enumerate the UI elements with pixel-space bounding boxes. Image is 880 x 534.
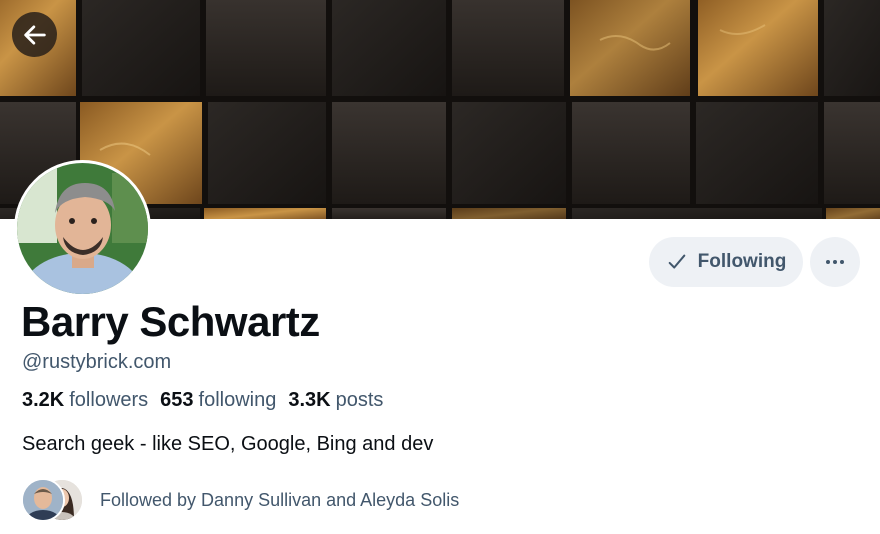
followed-by-row[interactable]: Followed by Danny Sullivan and Aleyda So… <box>21 478 459 522</box>
followers-count: 3.2K <box>22 389 65 411</box>
posts-label: posts <box>335 389 384 411</box>
posts-count: 3.3K <box>288 389 331 411</box>
followed-by-text: Followed by Danny Sullivan and Aleyda So… <box>100 489 460 510</box>
followers-stat[interactable]: 3.2K followers <box>22 389 148 412</box>
profile-stats: 3.2K followers 653 following 3.3K posts <box>22 389 383 412</box>
profile-handle: @rustybrick.com <box>22 351 172 373</box>
followers-label: followers <box>69 389 149 411</box>
ellipsis-icon <box>826 260 844 264</box>
checkmark-icon <box>668 254 686 269</box>
followed-by-avatars <box>21 478 85 522</box>
display-name: Barry Schwartz <box>21 298 320 345</box>
profile-avatar[interactable] <box>14 160 151 297</box>
following-count: 653 <box>160 389 194 411</box>
follower-avatar <box>21 478 65 522</box>
arrow-left-icon <box>23 24 46 45</box>
more-options-button[interactable] <box>810 237 860 287</box>
follower-avatar-image <box>23 480 63 520</box>
following-label: following <box>198 389 277 411</box>
back-button[interactable] <box>12 12 57 57</box>
posts-stat[interactable]: 3.3K posts <box>288 389 383 412</box>
following-button[interactable]: Following <box>649 237 803 287</box>
profile-bio: Search geek - like SEO, Google, Bing and… <box>22 433 434 455</box>
following-button-label: Following <box>697 251 787 272</box>
following-stat[interactable]: 653 following <box>160 389 276 412</box>
avatar-image <box>17 163 148 294</box>
